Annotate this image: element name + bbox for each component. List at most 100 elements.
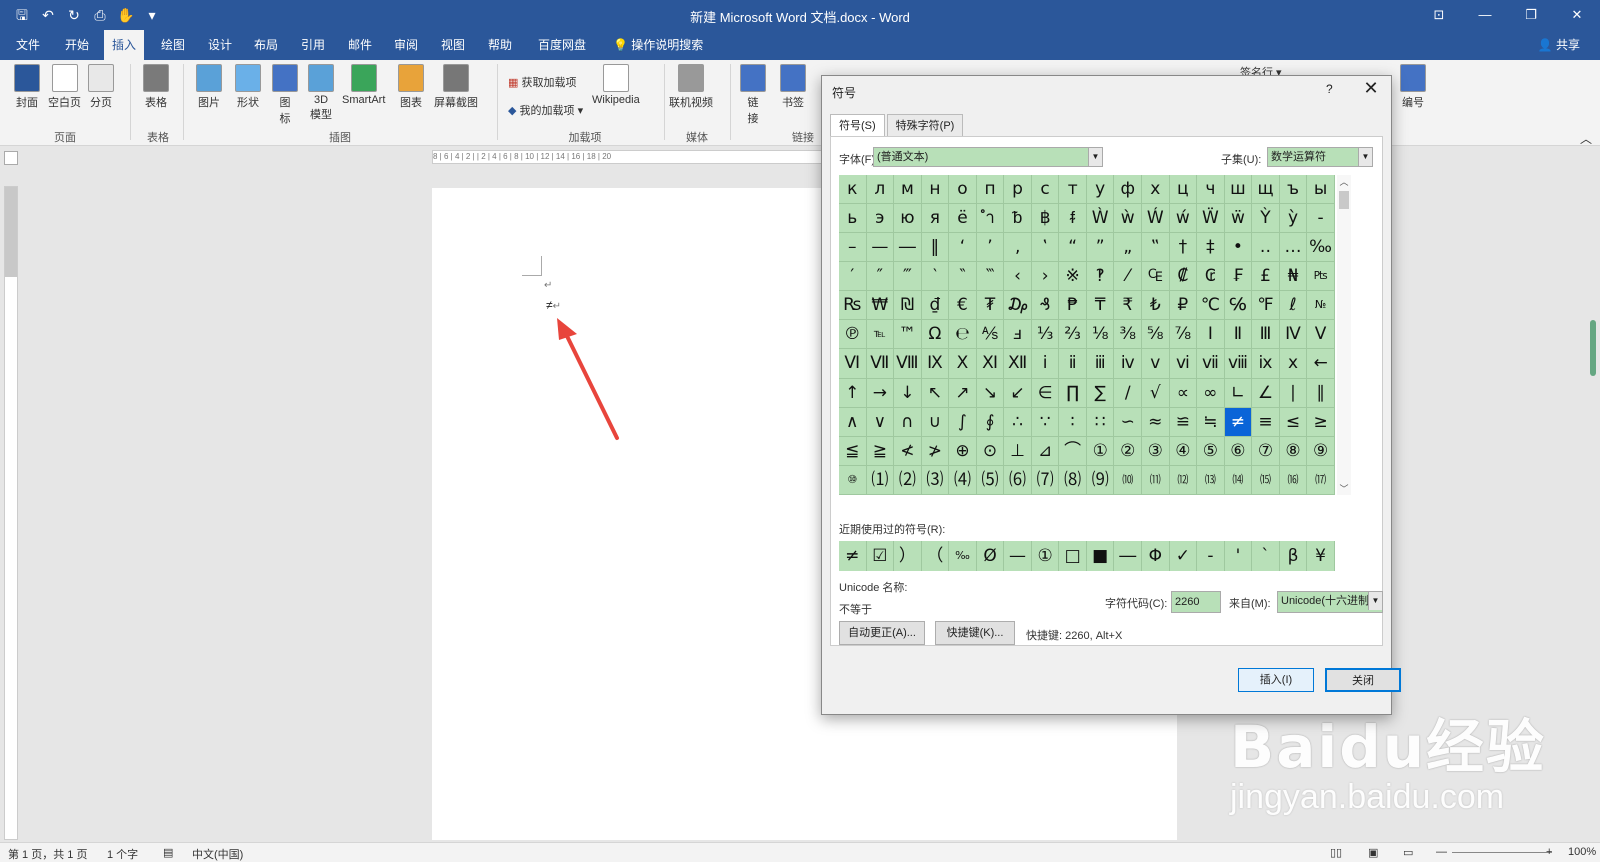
symbol-cell[interactable]: ‷	[976, 262, 1005, 292]
ribbon-display-options-icon[interactable]: ⊡	[1416, 0, 1462, 30]
symbol-cell[interactable]: ⊿	[1031, 436, 1060, 466]
ribbon-button-2[interactable]: 分页	[88, 64, 114, 110]
symbol-cell[interactable]: ⅸ	[1252, 349, 1280, 379]
symbol-cell[interactable]: ₮	[976, 291, 1005, 321]
symbol-cell[interactable]: ℡	[866, 320, 895, 350]
symbol-cell[interactable]: Ⅹ	[949, 349, 977, 379]
tab-review[interactable]: 审阅	[386, 30, 426, 60]
symbol-cell[interactable]: •	[1224, 233, 1253, 263]
symbol-cell[interactable]: ‵	[921, 262, 950, 292]
symbol-cell[interactable]: ⑽	[1114, 465, 1143, 495]
symbol-cell[interactable]: ⒂	[1252, 465, 1280, 495]
symbol-cell[interactable]: ẁ	[1114, 204, 1143, 234]
symbol-cell[interactable]: ё	[949, 204, 977, 234]
symbol-cell[interactable]: ↓	[894, 378, 922, 408]
symbol-cell[interactable]: ъ	[1279, 175, 1308, 205]
symbol-cell[interactable]: ⅹ	[1279, 349, 1308, 379]
symbol-cell[interactable]: Ⅸ	[921, 349, 950, 379]
vertical-ruler[interactable]	[4, 186, 18, 840]
symbol-cell[interactable]: ы	[1307, 175, 1335, 205]
symbol-cell[interactable]: —	[866, 233, 895, 263]
symbol-cell[interactable]: Ⅵ	[839, 349, 867, 379]
symbol-cell[interactable]: ∞	[1197, 378, 1225, 408]
zoom-out-icon[interactable]: —	[1436, 846, 1447, 858]
zoom-in-icon[interactable]: +	[1546, 846, 1552, 858]
symbol-cell[interactable]: ∣	[1279, 378, 1308, 408]
symbol-cell[interactable]: ь	[839, 204, 867, 234]
symbol-cell[interactable]: ẃ	[1169, 204, 1198, 234]
symbol-cell[interactable]: Ⅷ	[894, 349, 922, 379]
ribbon-button-12[interactable]: 联机视频	[669, 64, 713, 110]
symbol-cell[interactable]: ∮	[976, 407, 1005, 437]
symbol-cell[interactable]: ⅳ	[1114, 349, 1143, 379]
symbol-cell[interactable]: ⊙	[976, 436, 1005, 466]
symbol-cell[interactable]: ⊕	[949, 436, 977, 466]
symbol-cell[interactable]: ∈	[1031, 378, 1060, 408]
symbol-cell[interactable]: ₺	[1142, 291, 1170, 321]
symbol-cell[interactable]: ⑷	[949, 465, 977, 495]
ribbon-button-7[interactable]: 3D 模型	[308, 64, 334, 122]
symbol-cell[interactable]: £	[1252, 262, 1280, 292]
symbol-cell[interactable]: ∠	[1252, 378, 1280, 408]
symbol-cell[interactable]: Ⅰ	[1197, 320, 1225, 350]
symbol-cell[interactable]: ⅛	[1086, 320, 1115, 350]
symbol-cell[interactable]: ᵬ	[1004, 204, 1032, 234]
ribbon-button-6[interactable]: 图 标	[272, 64, 298, 126]
symbol-cell[interactable]: Ⅳ	[1279, 320, 1308, 350]
symbol-cell[interactable]: р	[1004, 175, 1032, 205]
symbol-cell[interactable]: …	[1279, 233, 1308, 263]
symbol-cell[interactable]: Ẃ	[1142, 204, 1170, 234]
symbol-cell[interactable]: ↑	[839, 378, 867, 408]
tab-special-characters[interactable]: 特殊字符(P)	[886, 114, 964, 136]
collapse-ribbon-icon[interactable]: ︿	[1580, 130, 1592, 147]
symbol-cell[interactable]: Ⅺ	[976, 349, 1005, 379]
ribbon-button-14[interactable]: 书签	[780, 64, 806, 110]
symbol-cell[interactable]: ⑦	[1252, 436, 1280, 466]
symbol-cell[interactable]: →	[866, 378, 895, 408]
symbol-cell[interactable]: ⑴	[866, 465, 895, 495]
symbol-cell[interactable]: ∩	[894, 407, 922, 437]
symbol-cell[interactable]: Ⅶ	[866, 349, 895, 379]
symbol-cell[interactable]: ℃	[1197, 291, 1225, 321]
insert-button[interactable]: 插入(I)	[1238, 668, 1314, 692]
symbol-cell[interactable]: ≠	[1224, 407, 1253, 437]
symbol-cell[interactable]: ш	[1224, 175, 1253, 205]
symbol-cell[interactable]: ∵	[1031, 407, 1060, 437]
web-layout-icon[interactable]: ▭	[1403, 846, 1413, 859]
symbol-cell[interactable]: ⅶ	[1197, 349, 1225, 379]
zoom-level[interactable]: 100%	[1568, 846, 1596, 858]
from-select[interactable]: Unicode(十六进制) ▼	[1277, 591, 1383, 613]
cancel-button[interactable]: 关闭	[1325, 668, 1401, 692]
symbol-cell[interactable]: х	[1142, 175, 1170, 205]
autocorrect-button[interactable]: 自动更正(A)...	[839, 621, 925, 645]
tab-symbols[interactable]: 符号(S)	[830, 114, 885, 136]
symbol-cell[interactable]: э	[866, 204, 895, 234]
ribbon-button-10[interactable]: 屏幕截图	[434, 64, 478, 110]
symbol-cell[interactable]: ⒀	[1197, 465, 1225, 495]
symbol-cell[interactable]: ⑸	[976, 465, 1005, 495]
symbol-cell[interactable]: ℮	[949, 320, 977, 350]
symbol-cell[interactable]: ″	[866, 262, 895, 292]
dialog-close-button[interactable]: ✕	[1358, 78, 1384, 99]
symbol-cell[interactable]: ∫	[949, 407, 977, 437]
symbol-cell[interactable]: Ω	[921, 320, 950, 350]
symbol-cell[interactable]: с	[1031, 175, 1060, 205]
symbol-cell[interactable]: ₡	[1169, 262, 1198, 292]
maximize-button[interactable]: ❐	[1508, 0, 1554, 30]
symbol-cell[interactable]: ⅴ	[1142, 349, 1170, 379]
symbol-cell[interactable]: Ⅲ	[1252, 320, 1280, 350]
recent-symbol-cell[interactable]: Ø	[977, 541, 1005, 571]
symbol-cell[interactable]: ⅝	[1142, 320, 1170, 350]
ribbon-button-3[interactable]: 表格	[143, 64, 169, 110]
tab-references[interactable]: 引用	[293, 30, 333, 60]
subset-select[interactable]: 数学运算符 ▼	[1267, 147, 1373, 167]
read-mode-icon[interactable]: ▯▯	[1330, 846, 1342, 859]
symbol-cell[interactable]: ↙	[1004, 378, 1032, 408]
symbol-cell[interactable]: ↗	[949, 378, 977, 408]
symbol-cell[interactable]: ₦	[1279, 262, 1308, 292]
recent-symbol-cell[interactable]: ≠	[839, 541, 867, 571]
page-count[interactable]: 第 1 页，共 1 页	[8, 846, 87, 862]
symbol-cell[interactable]: ’	[976, 233, 1005, 263]
symbol-cell[interactable]: ₣	[1224, 262, 1253, 292]
symbol-cell[interactable]: м	[894, 175, 922, 205]
